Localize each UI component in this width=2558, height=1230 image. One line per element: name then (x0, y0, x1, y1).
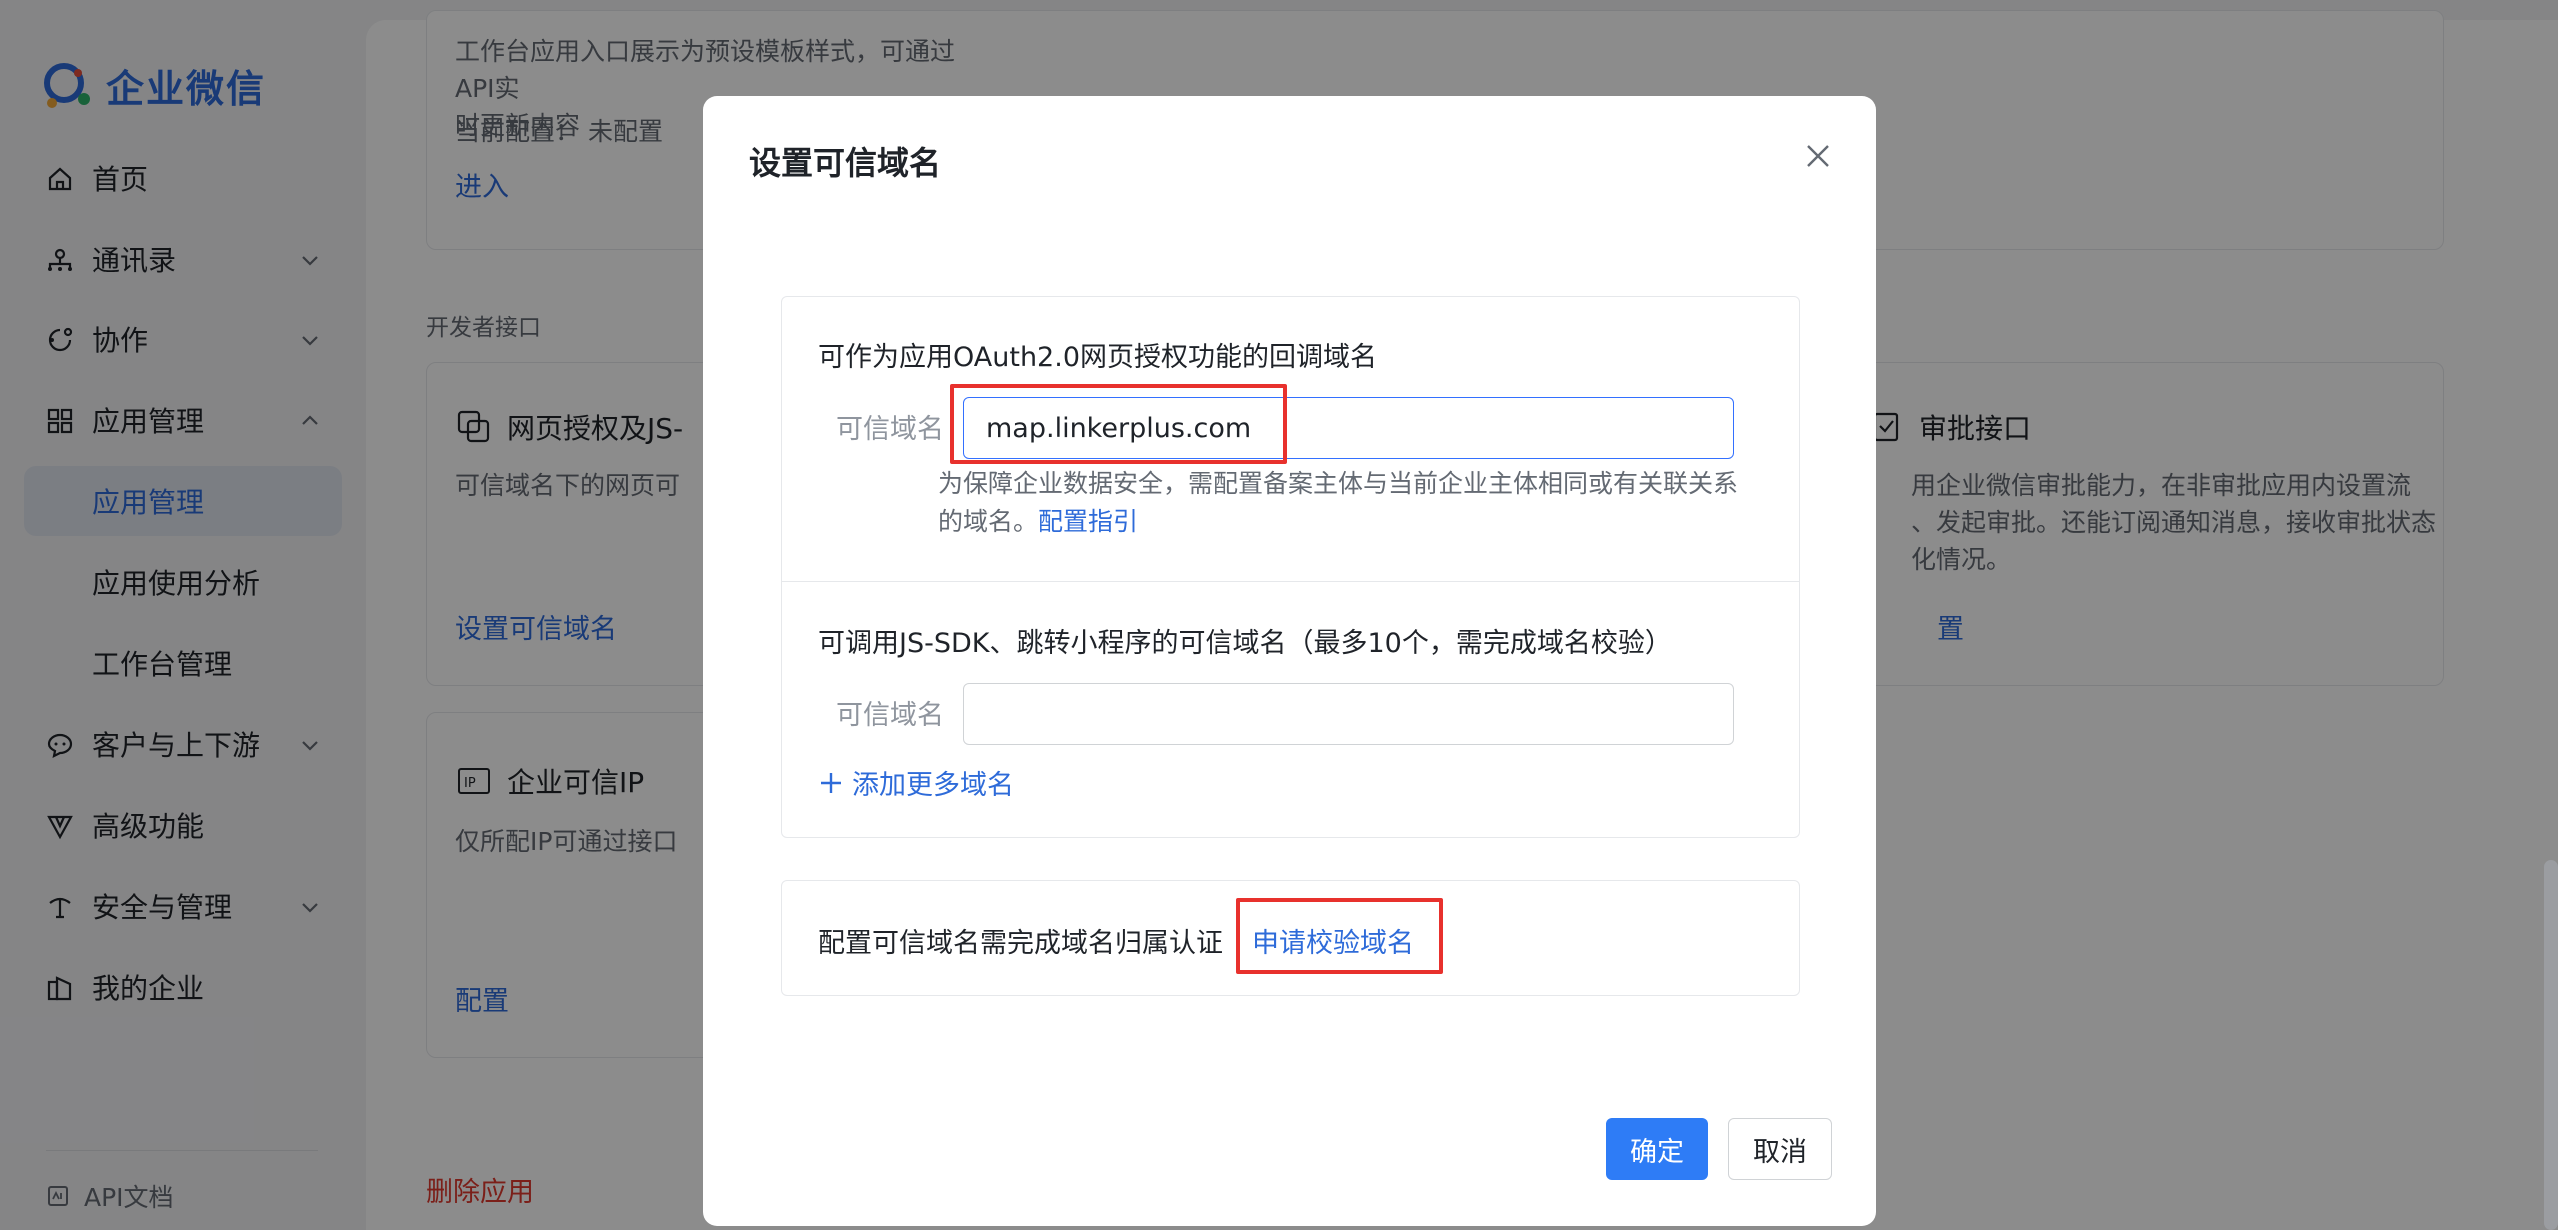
domain-settings-box: 可作为应用OAuth2.0网页授权功能的回调域名 可信域名 为保障企业数据安全，… (781, 296, 1800, 838)
oauth-heading: 可作为应用OAuth2.0网页授权功能的回调域名 (818, 342, 1377, 373)
plus-icon (821, 772, 841, 793)
scrollbar-thumb[interactable] (2544, 860, 2558, 1230)
trusted-domain-dialog: 设置可信域名 可作为应用OAuth2.0网页授权功能的回调域名 可信域名 为保障… (703, 96, 1876, 1226)
confirm-button[interactable]: 确定 (1606, 1118, 1708, 1180)
config-guide-link[interactable]: 配置指引 (1038, 507, 1138, 536)
apply-verify-domain-link[interactable]: 申请校验域名 (1252, 921, 1414, 960)
jssdk-domain-label: 可信域名 (836, 700, 944, 731)
cancel-button[interactable]: 取消 (1728, 1118, 1832, 1180)
jssdk-heading: 可调用JS-SDK、跳转小程序的可信域名（最多10个，需完成域名校验） (818, 628, 1672, 659)
oauth-domain-label: 可信域名 (836, 414, 944, 445)
dialog-title: 设置可信域名 (749, 144, 942, 182)
domain-verify-box: 配置可信域名需完成域名归属认证 申请校验域名 (781, 880, 1800, 996)
box-divider (782, 581, 1799, 582)
jssdk-domain-input[interactable] (963, 683, 1734, 745)
verify-text: 配置可信域名需完成域名归属认证 (818, 928, 1223, 959)
close-icon[interactable] (1802, 140, 1834, 172)
oauth-note: 为保障企业数据安全，需配置备案主体与当前企业主体相同或有关联关系 的域名。配置指… (938, 469, 1739, 536)
oauth-domain-input[interactable] (963, 397, 1734, 459)
add-more-domains-button[interactable]: 添加更多域名 (818, 763, 1014, 802)
